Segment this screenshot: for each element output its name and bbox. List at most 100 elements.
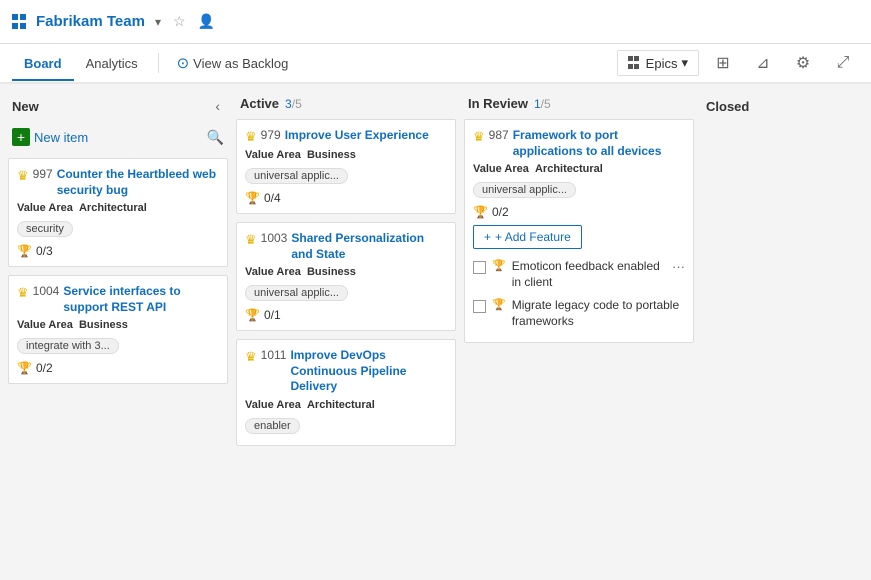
card-987-tag[interactable]: universal applic... xyxy=(473,182,576,198)
card-1003-id: 1003 xyxy=(261,231,288,245)
new-item-button[interactable]: + New item xyxy=(8,124,197,150)
card-987[interactable]: ♛ 987 Framework to port applications to … xyxy=(464,119,694,343)
nav-divider xyxy=(158,53,159,73)
column-new: New ‹ + New item 🔍 ♛ 997 Counter the Hea… xyxy=(8,92,228,572)
column-in-review: In Review 1/5 ♛ 987 Framework to port ap… xyxy=(464,92,694,572)
app-icon xyxy=(12,14,28,30)
board: New ‹ + New item 🔍 ♛ 997 Counter the Hea… xyxy=(0,84,871,580)
column-new-collapse[interactable]: ‹ xyxy=(211,96,224,116)
add-feature-label: + Add Feature xyxy=(495,230,571,244)
card-1003[interactable]: ♛ 1003 Shared Personalization and State … xyxy=(236,222,456,331)
card-979-score: 0/4 xyxy=(264,191,281,205)
card-997-id: 997 xyxy=(33,167,53,181)
nav-bar: Board Analytics ⊙ View as Backlog Epics … xyxy=(0,44,871,84)
card-979-title: Improve User Experience xyxy=(285,128,429,144)
card-1003-footer: 🏆 0/1 xyxy=(245,308,447,322)
card-997-footer: 🏆 0/3 xyxy=(17,244,219,258)
crown-icon: ♛ xyxy=(17,168,29,184)
card-1004-tag[interactable]: integrate with 3... xyxy=(17,338,119,354)
card-979-tag[interactable]: universal applic... xyxy=(245,168,348,184)
column-active-count: 3/5 xyxy=(285,97,302,111)
card-1004-header: ♛ 1004 Service interfaces to support RES… xyxy=(17,284,219,315)
column-in-review-count: 1/5 xyxy=(534,97,551,111)
card-1011[interactable]: ♛ 1011 Improve DevOps Continuous Pipelin… xyxy=(236,339,456,446)
crown-icon-8: ♛ xyxy=(245,349,257,365)
card-997[interactable]: ♛ 997 Counter the Heartbleed web securit… xyxy=(8,158,228,267)
card-1011-tag[interactable]: enabler xyxy=(245,418,300,434)
card-1003-score: 0/1 xyxy=(264,308,281,322)
card-1011-id: 1011 xyxy=(261,348,287,362)
card-1011-meta: Value Area Architectural xyxy=(245,399,447,411)
card-1004-footer: 🏆 0/2 xyxy=(17,361,219,375)
crown-icon-6: ♛ xyxy=(245,232,257,248)
nav-right: Epics ▾ ⊞ ⊿ ⚙ ⤢ xyxy=(617,47,859,79)
card-1004[interactable]: ♛ 1004 Service interfaces to support RES… xyxy=(8,275,228,384)
favorite-icon[interactable]: ☆ xyxy=(173,13,186,30)
crown-icon-2: ♛ xyxy=(17,285,29,301)
tab-board[interactable]: Board xyxy=(12,48,74,81)
card-1003-meta: Value Area Business xyxy=(245,266,447,278)
settings-button[interactable]: ⚙ xyxy=(787,47,819,79)
epics-button[interactable]: Epics ▾ xyxy=(617,50,699,76)
add-feature-button[interactable]: + + Add Feature xyxy=(473,225,582,249)
column-closed-header: Closed › xyxy=(702,92,871,124)
column-active-header: Active 3/5 xyxy=(236,92,456,119)
new-column-cards: ♛ 997 Counter the Heartbleed web securit… xyxy=(8,158,228,384)
feature-item-0: 🏆 Emoticon feedback enabled in client ··… xyxy=(473,255,685,294)
feature-text-1: Migrate legacy code to portable framewor… xyxy=(512,298,685,329)
column-new-title: New xyxy=(12,99,39,114)
card-987-header: ♛ 987 Framework to port applications to … xyxy=(473,128,685,159)
column-in-review-header: In Review 1/5 xyxy=(464,92,694,119)
epics-grid-icon xyxy=(628,56,642,70)
feature-checkbox-0[interactable] xyxy=(473,261,486,274)
feature-checkbox-1[interactable] xyxy=(473,300,486,313)
feature-item-1: 🏆 Migrate legacy code to portable framew… xyxy=(473,294,685,333)
card-997-meta: Value Area Architectural xyxy=(17,202,219,214)
card-1004-meta: Value Area Business xyxy=(17,319,219,331)
trophy-icon-10: 🏆 xyxy=(473,205,488,219)
card-1004-score: 0/2 xyxy=(36,361,53,375)
column-closed: Closed › xyxy=(702,92,871,572)
feature-more-0[interactable]: ··· xyxy=(672,259,685,274)
new-item-label: New item xyxy=(34,130,88,145)
card-997-title: Counter the Heartbleed web security bug xyxy=(57,167,219,198)
people-icon[interactable]: 👤 xyxy=(198,13,215,30)
crown-icon-4: ♛ xyxy=(245,129,257,145)
column-active: Active 3/5 ♛ 979 Improve User Experience… xyxy=(236,92,456,572)
card-979-id: 979 xyxy=(261,128,281,142)
filter-button[interactable]: ⊿ xyxy=(747,47,779,79)
card-1003-title: Shared Personalization and State xyxy=(291,231,447,262)
card-1003-tag[interactable]: universal applic... xyxy=(245,285,348,301)
expand-button[interactable]: ⤢ xyxy=(827,47,859,79)
in-review-column-cards: ♛ 987 Framework to port applications to … xyxy=(464,119,694,343)
card-987-score: 0/2 xyxy=(492,205,509,219)
column-closed-title: Closed xyxy=(706,99,749,114)
layout-button[interactable]: ⊞ xyxy=(707,47,739,79)
card-1004-title: Service interfaces to support REST API xyxy=(63,284,219,315)
trophy-icon-5: 🏆 xyxy=(245,191,260,205)
active-column-cards: ♛ 979 Improve User Experience Value Area… xyxy=(236,119,456,446)
card-1011-header: ♛ 1011 Improve DevOps Continuous Pipelin… xyxy=(245,348,447,395)
tab-analytics[interactable]: Analytics xyxy=(74,48,150,81)
view-backlog-label: View as Backlog xyxy=(193,56,288,71)
card-1011-title: Improve DevOps Continuous Pipeline Deliv… xyxy=(290,348,447,395)
feature-text-0: Emoticon feedback enabled in client xyxy=(512,259,666,290)
card-997-score: 0/3 xyxy=(36,244,53,258)
team-name[interactable]: Fabrikam Team xyxy=(36,13,145,30)
card-1003-header: ♛ 1003 Shared Personalization and State xyxy=(245,231,447,262)
search-button[interactable]: 🔍 xyxy=(203,125,228,150)
card-987-title: Framework to port applications to all de… xyxy=(513,128,685,159)
card-979-footer: 🏆 0/4 xyxy=(245,191,447,205)
card-987-footer: 🏆 0/2 xyxy=(473,205,685,219)
epics-label: Epics xyxy=(646,56,678,71)
feature-trophy-1: 🏆 xyxy=(492,298,506,311)
card-997-tag[interactable]: security xyxy=(17,221,73,237)
card-979-meta: Value Area Business xyxy=(245,149,447,161)
trophy-icon-7: 🏆 xyxy=(245,308,260,322)
view-as-backlog-button[interactable]: ⊙ View as Backlog xyxy=(167,50,299,76)
column-in-review-title: In Review xyxy=(468,96,528,111)
team-chevron-icon[interactable]: ▾ xyxy=(155,15,161,29)
card-979[interactable]: ♛ 979 Improve User Experience Value Area… xyxy=(236,119,456,214)
backlog-icon: ⊙ xyxy=(177,54,190,72)
trophy-icon: 🏆 xyxy=(17,244,32,258)
